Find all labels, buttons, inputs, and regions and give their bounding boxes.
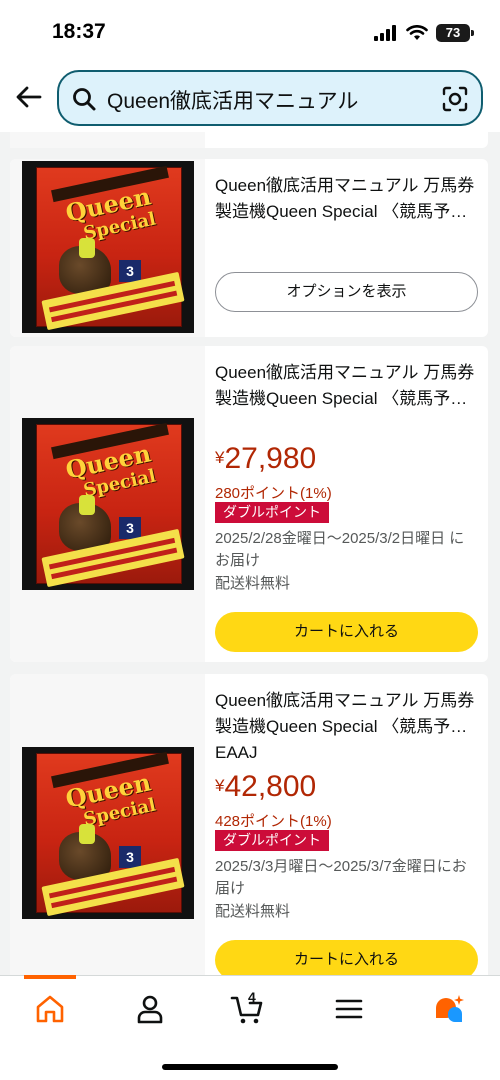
product-title[interactable]: Queen徹底活用マニュアル 万馬券製造機Queen Special 〈競馬予…: [215, 360, 478, 412]
status-time: 18:37: [52, 20, 106, 43]
search-header: Queen徹底活用マニュアル: [0, 62, 500, 132]
show-options-button[interactable]: オプションを表示: [215, 272, 478, 312]
search-input[interactable]: Queen徹底活用マニュアル: [57, 70, 483, 126]
back-arrow-icon[interactable]: [14, 82, 44, 112]
points-text: 428ポイント(1%): [215, 813, 332, 830]
search-icon: [73, 88, 96, 111]
status-bar: 18:37 73: [0, 0, 500, 62]
delivery-date: 2025/3/3月曜日～2025/3/7金曜日にお届け: [215, 858, 467, 897]
menu-icon[interactable]: [332, 992, 366, 1026]
shipping-info: 配送料無料: [215, 903, 291, 920]
double-points-badge: ダブルポイント: [215, 830, 329, 851]
account-icon[interactable]: [133, 992, 167, 1026]
product-card[interactable]: Queen Special 3 Queen徹底活用マニュアル 万馬券製造機Que…: [10, 159, 488, 337]
cart-count-badge: 4: [248, 989, 256, 1005]
battery-indicator: 73: [436, 24, 474, 42]
product-price: ¥42,800: [215, 770, 316, 804]
product-card[interactable]: Queen Special 3 Queen徹底活用マニュアル 万馬券製造機Que…: [10, 346, 488, 662]
points-text: 280ポイント(1%): [215, 485, 332, 502]
shipping-info: 配送料無料: [215, 575, 291, 592]
double-points-badge: ダブルポイント: [215, 502, 329, 523]
product-title[interactable]: Queen徹底活用マニュアル 万馬券製造機Queen Special 〈競馬予……: [215, 688, 478, 766]
delivery-date: 2025/2/28金曜日～2025/3/2日曜日 にお届け: [215, 530, 465, 569]
price-amount: 27,980: [224, 442, 317, 475]
product-title[interactable]: Queen徹底活用マニュアル 万馬券製造機Queen Special 〈競馬予…: [215, 173, 478, 225]
wifi-icon: [406, 25, 428, 40]
price-amount: 42,800: [224, 770, 317, 803]
product-image[interactable]: Queen Special 3: [22, 161, 194, 333]
search-query: Queen徹底活用マニュアル: [107, 90, 359, 113]
home-indicator: [162, 1064, 338, 1070]
product-price: ¥27,980: [215, 442, 316, 476]
status-icons: 73: [374, 22, 474, 44]
price-symbol: ¥: [215, 776, 225, 795]
camera-lens-icon[interactable]: [441, 85, 469, 113]
previous-card-tail: [10, 132, 488, 148]
cart-icon[interactable]: [230, 992, 264, 1026]
home-icon[interactable]: [33, 992, 67, 1026]
search-results[interactable]: Queen Special 3 Queen徹底活用マニュアル 万馬券製造機Que…: [0, 132, 500, 975]
signal-icon: [374, 25, 396, 41]
product-card[interactable]: Queen Special 3 Queen徹底活用マニュアル 万馬券製造機Que…: [10, 674, 488, 975]
price-symbol: ¥: [215, 448, 225, 467]
add-to-cart-button[interactable]: カートに入れる: [215, 940, 478, 975]
product-image[interactable]: Queen Special 3: [22, 418, 194, 590]
rufus-icon[interactable]: [432, 992, 466, 1026]
product-image[interactable]: Queen Special 3: [22, 747, 194, 919]
nav-active-indicator: [24, 975, 76, 979]
add-to-cart-button[interactable]: カートに入れる: [215, 612, 478, 652]
